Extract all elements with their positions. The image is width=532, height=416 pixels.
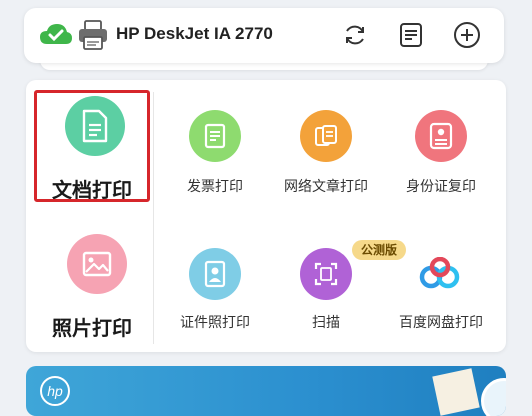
tile-label: 照片打印 [52, 316, 132, 340]
banner-badge-graphic [481, 378, 506, 416]
paper-graphic [432, 368, 480, 416]
printer-header: HP DeskJet IA 2770 [24, 8, 504, 63]
tile-label: 发票打印 [187, 179, 243, 195]
image-icon [67, 234, 127, 294]
cloud-check-icon [39, 22, 73, 48]
tile-invoice-print[interactable]: 发票打印 [170, 104, 260, 204]
invoice-icon [189, 110, 241, 162]
tile-id-copy-print[interactable]: 身份证复印 [388, 104, 494, 204]
add-icon[interactable] [452, 20, 482, 50]
tile-label: 身份证复印 [406, 179, 476, 195]
tile-label: 百度网盘打印 [399, 315, 483, 331]
printer-name[interactable]: HP DeskJet IA 2770 [116, 24, 273, 44]
tile-baidu-pan-print[interactable]: 百度网盘打印 [384, 244, 498, 344]
hp-logo-icon: hp [40, 376, 70, 406]
document-list-icon[interactable] [396, 20, 426, 50]
tile-label: 扫描 [312, 315, 340, 331]
tile-scan[interactable]: 扫描 [290, 244, 362, 344]
column-divider [153, 92, 154, 344]
selection-highlight [34, 90, 150, 202]
tile-photo-print[interactable]: 照片打印 [34, 228, 150, 340]
id-photo-icon [189, 248, 241, 300]
printer-icon [76, 18, 110, 52]
web-article-icon [300, 110, 352, 162]
baidu-cloud-icon [414, 248, 466, 300]
refresh-icon[interactable] [340, 20, 370, 50]
tile-web-article-print[interactable]: 网络文章打印 [270, 104, 382, 204]
scan-icon [300, 248, 352, 300]
promo-banner[interactable]: hp [26, 366, 506, 416]
tile-label: 证件照打印 [180, 315, 250, 331]
id-card-icon [415, 110, 467, 162]
tile-label: 网络文章打印 [284, 179, 368, 195]
tile-id-photo-print[interactable]: 证件照打印 [165, 244, 265, 344]
